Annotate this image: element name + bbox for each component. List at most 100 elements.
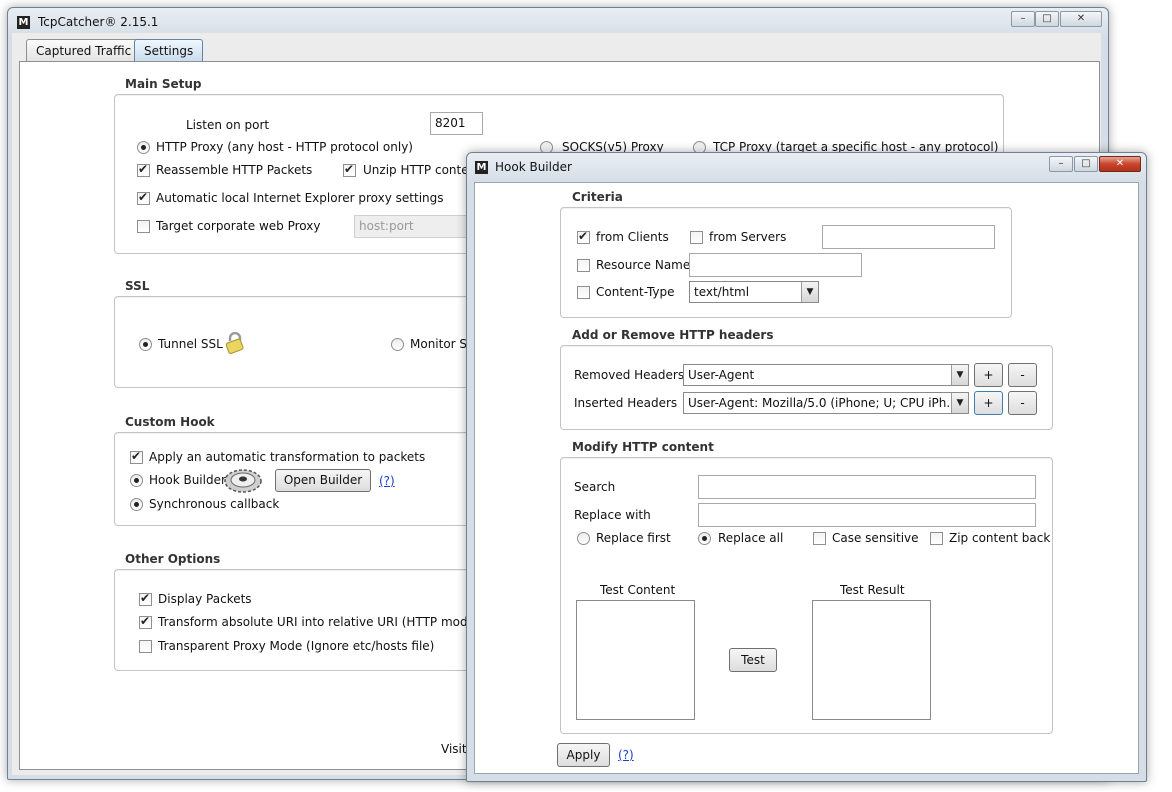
case-sensitive-checkbox[interactable] xyxy=(813,532,826,545)
unzip-checkbox[interactable] xyxy=(343,162,356,177)
replace-all-label: Replace all xyxy=(718,531,784,545)
http-proxy-label: HTTP Proxy (any host - HTTP protocol onl… xyxy=(156,140,413,154)
replace-first-label: Replace first xyxy=(596,531,671,545)
search-label: Search xyxy=(574,480,616,494)
content-type-select[interactable]: text/html ▼ xyxy=(689,281,819,303)
test-button[interactable]: Test xyxy=(729,648,777,672)
from-clients-label: from Clients xyxy=(596,230,669,244)
delete-removed-header-button[interactable]: - xyxy=(1008,363,1037,387)
padlock-icon xyxy=(225,332,244,354)
ssl-title: SSL xyxy=(125,279,150,293)
from-clients-checkbox[interactable] xyxy=(577,229,590,244)
chevron-down-icon[interactable]: ▼ xyxy=(801,282,818,302)
test-content-area[interactable] xyxy=(576,600,695,720)
maximize-button[interactable]: □ xyxy=(1035,11,1059,27)
test-result-area[interactable] xyxy=(812,600,931,720)
transform-uri-label: Transform absolute URI into relative URI… xyxy=(158,615,492,629)
hook-builder-radio[interactable] xyxy=(130,474,143,487)
main-setup-title: Main Setup xyxy=(125,77,202,91)
hook-window-title: Hook Builder xyxy=(495,160,572,174)
tunnel-ssl-label: Tunnel SSL xyxy=(158,337,223,351)
replace-with-label: Replace with xyxy=(574,508,651,522)
display-packets-checkbox[interactable] xyxy=(139,591,152,606)
hook-close-button[interactable]: ✕ xyxy=(1099,156,1141,172)
content-type-checkbox[interactable] xyxy=(577,286,590,299)
listen-port-label: Listen on port xyxy=(186,118,270,132)
replace-all-radio[interactable] xyxy=(698,532,711,545)
add-inserted-header-button[interactable]: + xyxy=(974,391,1003,415)
monitor-ssl-radio[interactable] xyxy=(391,338,404,351)
add-removed-header-button[interactable]: + xyxy=(974,363,1003,387)
hook-maximize-button[interactable]: □ xyxy=(1074,156,1098,172)
main-titlebar[interactable]: M TcpCatcher® 2.15.1 – □ ✕ xyxy=(8,8,1108,36)
apply-button[interactable]: Apply xyxy=(557,743,610,767)
inserted-headers-select[interactable]: User-Agent: Mozilla/5.0 (iPhone; U; CPU … xyxy=(683,392,969,414)
display-packets-label: Display Packets xyxy=(158,592,252,606)
test-content-label: Test Content xyxy=(600,583,676,597)
other-options-title: Other Options xyxy=(125,552,221,566)
resource-name-checkbox[interactable] xyxy=(577,259,590,272)
from-servers-label: from Servers xyxy=(709,230,787,244)
minimize-button[interactable]: – xyxy=(1011,11,1035,27)
sync-callback-label: Synchronous callback xyxy=(149,497,280,511)
hook-titlebar[interactable]: M Hook Builder – □ ✕ xyxy=(467,153,1146,181)
corp-proxy-checkbox[interactable] xyxy=(137,220,150,233)
hook-help-link[interactable]: (?) xyxy=(379,474,395,488)
from-servers-checkbox[interactable] xyxy=(690,231,703,244)
hook-minimize-button[interactable]: – xyxy=(1049,156,1073,172)
tab-captured-traffic[interactable]: Captured Traffic xyxy=(26,39,142,61)
close-button[interactable]: ✕ xyxy=(1060,11,1102,27)
listen-port-field[interactable]: 8201 xyxy=(430,112,483,135)
delete-inserted-header-button[interactable]: - xyxy=(1008,391,1037,415)
case-sensitive-label: Case sensitive xyxy=(832,531,919,545)
corp-proxy-field[interactable]: host:port xyxy=(354,215,474,238)
custom-hook-title: Custom Hook xyxy=(125,415,215,429)
inserted-headers-value: User-Agent: Mozilla/5.0 (iPhone; U; CPU … xyxy=(688,396,958,410)
headers-title: Add or Remove HTTP headers xyxy=(572,328,774,342)
replace-first-radio[interactable] xyxy=(577,532,590,545)
gear-icon xyxy=(224,469,262,493)
open-builder-button[interactable]: Open Builder xyxy=(275,469,371,492)
hook-builder-label: Hook Builder xyxy=(149,473,226,487)
search-input[interactable] xyxy=(698,475,1036,499)
removed-headers-select[interactable]: User-Agent ▼ xyxy=(683,364,969,386)
headers-group xyxy=(560,345,1053,430)
app-logo-icon: M xyxy=(17,16,30,29)
visit-text: Visit xyxy=(441,742,467,756)
main-window-title: TcpCatcher® 2.15.1 xyxy=(38,15,159,29)
modify-content-title: Modify HTTP content xyxy=(572,440,714,454)
tunnel-ssl-radio[interactable] xyxy=(139,338,152,351)
test-result-label: Test Result xyxy=(840,583,905,597)
chevron-down-icon[interactable]: ▼ xyxy=(951,393,968,413)
ie-proxy-label: Automatic local Internet Explorer proxy … xyxy=(156,191,444,205)
content-type-value: text/html xyxy=(694,285,750,299)
apply-auto-checkbox[interactable] xyxy=(130,449,143,464)
transparent-proxy-checkbox[interactable] xyxy=(139,640,152,653)
inserted-headers-label: Inserted Headers xyxy=(574,396,678,410)
apply-auto-label: Apply an automatic transformation to pac… xyxy=(149,450,426,464)
unzip-label: Unzip HTTP conten xyxy=(363,163,477,177)
replace-with-input[interactable] xyxy=(698,503,1036,527)
zip-content-label: Zip content back xyxy=(949,531,1051,545)
http-proxy-radio[interactable] xyxy=(137,141,150,154)
ie-proxy-checkbox[interactable] xyxy=(137,190,150,205)
hook-builder-help-link[interactable]: (?) xyxy=(618,748,634,762)
tab-settings[interactable]: Settings xyxy=(134,39,204,61)
removed-headers-label: Removed Headers xyxy=(574,368,685,382)
resource-name-label: Resource Name xyxy=(596,258,691,272)
content-type-label: Content-Type xyxy=(596,285,675,299)
chevron-down-icon[interactable]: ▼ xyxy=(951,365,968,385)
sync-callback-radio[interactable] xyxy=(130,498,143,511)
criteria-title: Criteria xyxy=(572,190,623,204)
hook-logo-icon: M xyxy=(475,161,488,174)
servers-field[interactable] xyxy=(822,225,995,249)
transparent-proxy-label: Transparent Proxy Mode (Ignore etc/hosts… xyxy=(158,639,435,653)
reassemble-checkbox[interactable] xyxy=(137,162,150,177)
corp-proxy-label: Target corporate web Proxy xyxy=(156,219,321,233)
zip-content-checkbox[interactable] xyxy=(930,532,943,545)
reassemble-label: Reassemble HTTP Packets xyxy=(156,163,313,177)
resource-name-field[interactable] xyxy=(689,253,862,277)
removed-headers-value: User-Agent xyxy=(688,368,755,382)
transform-uri-checkbox[interactable] xyxy=(139,614,152,629)
monitor-ssl-label: Monitor SS xyxy=(410,337,475,351)
